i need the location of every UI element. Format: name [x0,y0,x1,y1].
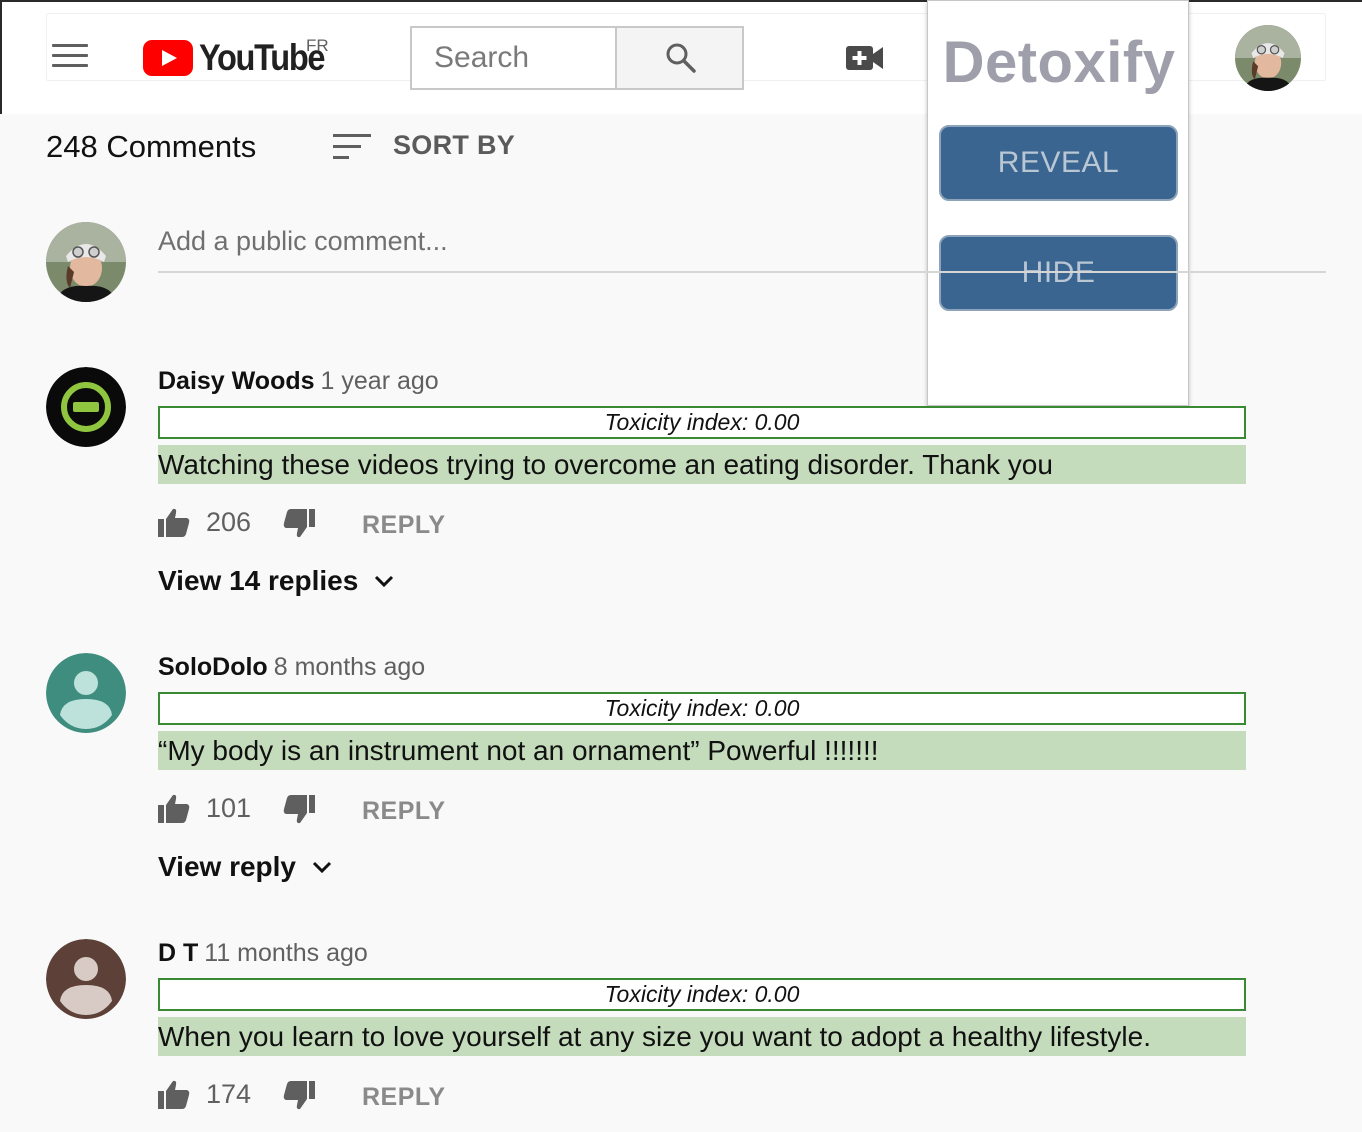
comment-thread: SoloDolo 8 months ago Toxicity index: 0.0… [0,653,1362,913]
commenter-avatar[interactable] [46,367,126,447]
create-video-icon[interactable] [846,44,884,72]
comment-header: D T 11 months ago [158,939,368,968]
thumbs-up-icon[interactable] [158,1079,190,1109]
search-input[interactable]: Search [410,26,616,90]
reply-button[interactable]: REPLY [362,511,446,540]
comment-author[interactable]: D T [158,939,198,967]
commenter-avatar[interactable] [46,939,126,1019]
comment-thread: Daisy Woods 1 year ago Toxicity index: 0.… [0,367,1362,627]
toxicity-index: Toxicity index: 0.00 [158,406,1246,439]
hamburger-menu-icon[interactable] [52,44,88,72]
comment-author[interactable]: Daisy Woods [158,367,315,395]
like-count: 174 [206,1079,252,1109]
window-edge [0,0,2,114]
default-user-icon [46,653,126,733]
comment-header: Daisy Woods 1 year ago [158,367,439,396]
search-button[interactable] [615,26,744,90]
view-replies-label: View reply [158,851,297,882]
thumbs-down-icon[interactable] [283,509,315,539]
like-count: 101 [206,793,252,823]
comment-time[interactable]: 11 months ago [204,939,368,967]
search-icon [666,43,696,73]
toxicity-index: Toxicity index: 0.00 [158,692,1246,725]
view-replies-label: View 14 replies [158,565,359,596]
toxicity-index: Toxicity index: 0.00 [158,978,1246,1011]
chevron-down-icon [375,575,394,587]
like-count: 206 [206,507,252,537]
reveal-button[interactable]: REVEAL [939,125,1178,201]
detoxify-popup: Detoxify REVEAL HIDE [927,0,1189,406]
comment-thread: D T 11 months ago Toxicity index: 0.00 Wh… [0,939,1362,1132]
reply-button[interactable]: REPLY [362,1083,446,1112]
sort-icon[interactable] [333,134,371,160]
sort-by-button[interactable]: SORT BY [393,130,515,161]
comment-text: “My body is an instrument not an ornamen… [158,731,1246,770]
my-avatar [46,222,126,302]
comments-count: 248 Comments [46,129,257,164]
thumbs-down-icon[interactable] [283,795,315,825]
default-user-icon [46,939,126,1019]
no-entry-badge-icon [46,367,126,447]
reply-button[interactable]: REPLY [362,797,446,826]
add-comment-underline [158,271,1326,273]
region-code: FR [306,36,329,55]
thumbs-down-icon[interactable] [283,1081,315,1111]
comment-time[interactable]: 8 months ago [274,653,426,681]
detoxify-title: Detoxify [942,30,1176,95]
commenter-avatar[interactable] [46,653,126,733]
hide-button[interactable]: HIDE [939,235,1178,311]
comment-time[interactable]: 1 year ago [321,367,439,395]
comment-text: When you learn to love yourself at any s… [158,1017,1246,1056]
thumbs-up-icon[interactable] [158,507,190,537]
play-logo-icon [143,40,193,76]
comment-author[interactable]: SoloDolo [158,653,268,681]
account-avatar[interactable] [1235,25,1301,91]
comment-header: SoloDolo 8 months ago [158,653,425,682]
chevron-down-icon [312,861,331,873]
view-replies-button[interactable]: View reply [158,851,332,883]
thumbs-up-icon[interactable] [158,793,190,823]
comment-text: Watching these videos trying to overcome… [158,445,1246,484]
view-replies-button[interactable]: View 14 replies [158,565,394,597]
add-comment-input[interactable]: Add a public comment... [158,226,448,257]
